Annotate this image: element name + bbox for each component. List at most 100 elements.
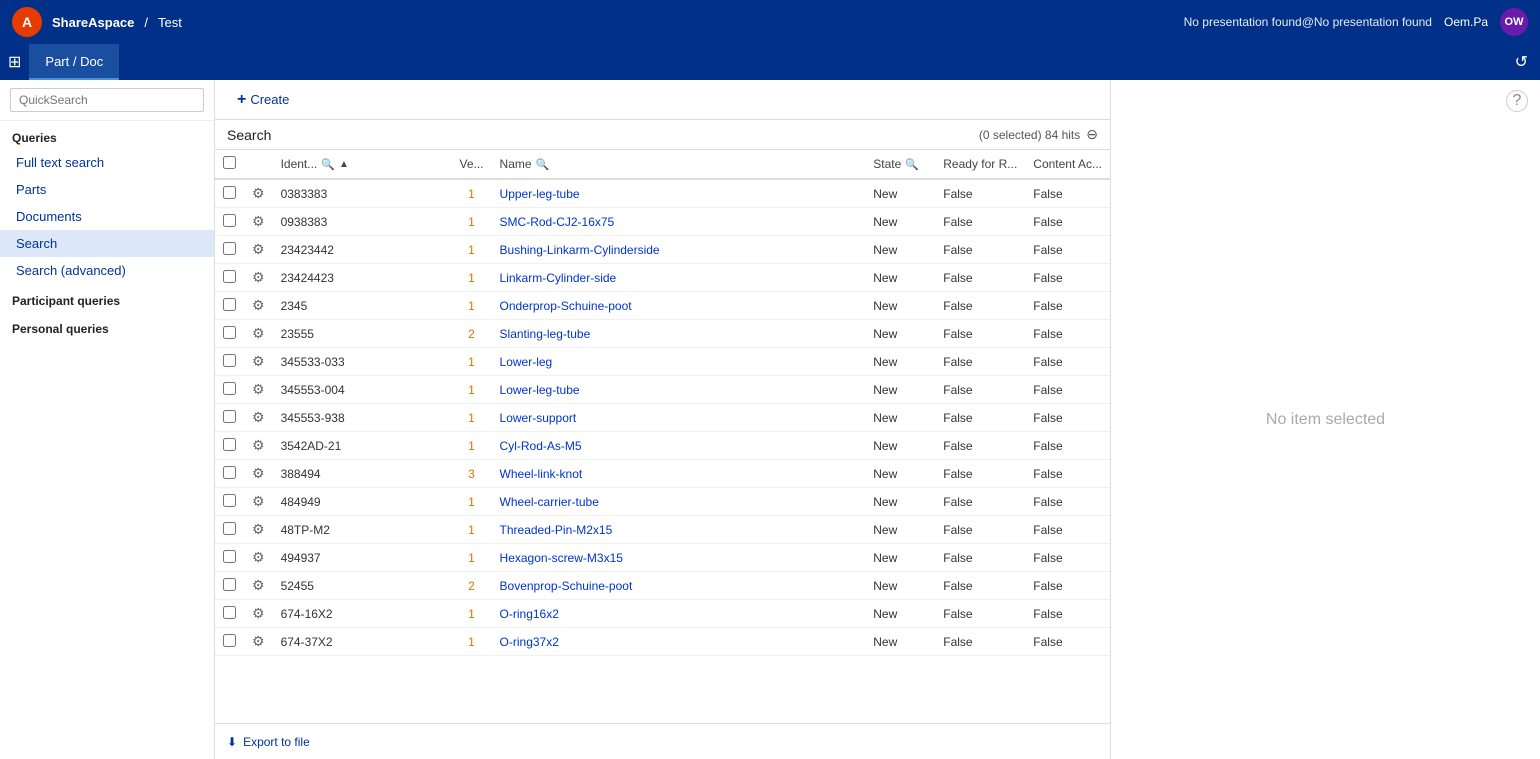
create-button[interactable]: + Create	[227, 87, 299, 113]
quicksearch-input[interactable]	[10, 88, 204, 112]
row-gear-cell: ⚙	[244, 179, 273, 208]
row-gear-button[interactable]: ⚙	[252, 381, 265, 398]
row-name[interactable]: Threaded-Pin-M2x15	[492, 516, 866, 544]
results-table: Ident... 🔍 ▲ Ve... Name	[215, 150, 1110, 656]
row-checkbox[interactable]	[223, 494, 236, 507]
th-state[interactable]: State 🔍	[865, 150, 935, 179]
row-gear-button[interactable]: ⚙	[252, 325, 265, 342]
row-name[interactable]: Hexagon-screw-M3x15	[492, 544, 866, 572]
table-row: ⚙ 345553-938 1 Lower-support New False F…	[215, 404, 1110, 432]
row-gear-button[interactable]: ⚙	[252, 605, 265, 622]
row-state: New	[865, 320, 935, 348]
row-name[interactable]: Bovenprop-Schuine-poot	[492, 572, 866, 600]
row-gear-button[interactable]: ⚙	[252, 633, 265, 650]
row-gear-button[interactable]: ⚙	[252, 549, 265, 566]
row-checkbox-cell	[215, 236, 244, 264]
row-gear-button[interactable]: ⚙	[252, 465, 265, 482]
row-name[interactable]: Wheel-carrier-tube	[492, 488, 866, 516]
help-icon[interactable]: ?	[1506, 90, 1528, 112]
row-checkbox-cell	[215, 348, 244, 376]
user-avatar[interactable]: OW	[1500, 8, 1528, 36]
row-name[interactable]: O-ring37x2	[492, 628, 866, 656]
row-name[interactable]: Linkarm-Cylinder-side	[492, 264, 866, 292]
row-gear-button[interactable]: ⚙	[252, 409, 265, 426]
row-ver: 1	[452, 628, 492, 656]
th-name[interactable]: Name 🔍	[492, 150, 866, 179]
table-row: ⚙ 23555 2 Slanting-leg-tube New False Fa…	[215, 320, 1110, 348]
row-checkbox[interactable]	[223, 186, 236, 199]
history-icon[interactable]: ↺	[1511, 48, 1532, 76]
row-gear-button[interactable]: ⚙	[252, 493, 265, 510]
row-ver: 1	[452, 236, 492, 264]
sidebar-item-label: Search (advanced)	[16, 263, 126, 278]
row-name[interactable]: Bushing-Linkarm-Cylinderside	[492, 236, 866, 264]
row-gear-cell: ⚙	[244, 432, 273, 460]
row-name[interactable]: Wheel-link-knot	[492, 460, 866, 488]
row-name[interactable]: Onderprop-Schuine-poot	[492, 292, 866, 320]
tab-part-doc[interactable]: Part / Doc	[29, 44, 119, 80]
row-checkbox[interactable]	[223, 354, 236, 367]
sidebar-item-documents[interactable]: Documents	[0, 203, 214, 230]
row-gear-button[interactable]: ⚙	[252, 213, 265, 230]
row-ver: 1	[452, 264, 492, 292]
row-name[interactable]: Lower-support	[492, 404, 866, 432]
row-name[interactable]: Slanting-leg-tube	[492, 320, 866, 348]
row-checkbox[interactable]	[223, 326, 236, 339]
row-gear-button[interactable]: ⚙	[252, 521, 265, 538]
select-all-checkbox[interactable]	[223, 156, 236, 169]
row-checkbox[interactable]	[223, 606, 236, 619]
export-button[interactable]: ⬇ Export to file	[227, 735, 310, 749]
sidebar-item-search[interactable]: Search	[0, 230, 214, 257]
row-state: New	[865, 600, 935, 628]
row-ready: False	[935, 628, 1025, 656]
row-gear-button[interactable]: ⚙	[252, 185, 265, 202]
row-checkbox[interactable]	[223, 410, 236, 423]
row-name[interactable]: Lower-leg-tube	[492, 376, 866, 404]
row-checkbox[interactable]	[223, 382, 236, 395]
row-checkbox[interactable]	[223, 466, 236, 479]
row-checkbox[interactable]	[223, 214, 236, 227]
row-checkbox[interactable]	[223, 438, 236, 451]
row-state: New	[865, 208, 935, 236]
row-ident: 345553-938	[273, 404, 452, 432]
sidebar-item-search-advanced[interactable]: Search (advanced)	[0, 257, 214, 284]
search-icon-state[interactable]: 🔍	[905, 158, 919, 171]
row-name[interactable]: O-ring16x2	[492, 600, 866, 628]
row-gear-button[interactable]: ⚙	[252, 269, 265, 286]
row-gear-cell: ⚙	[244, 320, 273, 348]
th-ident[interactable]: Ident... 🔍 ▲	[273, 150, 452, 179]
row-ver: 1	[452, 292, 492, 320]
row-checkbox[interactable]	[223, 634, 236, 647]
row-ident: 345553-004	[273, 376, 452, 404]
row-content: False	[1025, 348, 1110, 376]
row-gear-button[interactable]: ⚙	[252, 297, 265, 314]
sidebar-item-full-text-search[interactable]: Full text search	[0, 149, 214, 176]
row-name[interactable]: Lower-leg	[492, 348, 866, 376]
row-gear-button[interactable]: ⚙	[252, 577, 265, 594]
row-checkbox[interactable]	[223, 522, 236, 535]
row-content: False	[1025, 264, 1110, 292]
row-gear-button[interactable]: ⚙	[252, 241, 265, 258]
row-gear-button[interactable]: ⚙	[252, 353, 265, 370]
row-name[interactable]: Cyl-Rod-As-M5	[492, 432, 866, 460]
row-name[interactable]: SMC-Rod-CJ2-16x75	[492, 208, 866, 236]
row-checkbox[interactable]	[223, 242, 236, 255]
row-checkbox[interactable]	[223, 298, 236, 311]
row-name[interactable]: Upper-leg-tube	[492, 179, 866, 208]
row-checkbox[interactable]	[223, 550, 236, 563]
row-checkbox[interactable]	[223, 578, 236, 591]
app-logo[interactable]: A	[12, 7, 42, 37]
search-icon-name[interactable]: 🔍	[536, 158, 550, 171]
row-checkbox[interactable]	[223, 270, 236, 283]
row-content: False	[1025, 236, 1110, 264]
th-ready[interactable]: Ready for R...	[935, 150, 1025, 179]
row-checkbox-cell	[215, 264, 244, 292]
row-gear-button[interactable]: ⚙	[252, 437, 265, 454]
th-content[interactable]: Content Ac...	[1025, 150, 1110, 179]
sidebar-item-parts[interactable]: Parts	[0, 176, 214, 203]
th-ver[interactable]: Ve...	[452, 150, 492, 179]
row-ready: False	[935, 264, 1025, 292]
search-icon-ident[interactable]: 🔍	[321, 158, 335, 171]
zoom-out-icon[interactable]: ⊖	[1086, 126, 1098, 143]
grid-icon[interactable]: ⊞	[8, 52, 21, 72]
